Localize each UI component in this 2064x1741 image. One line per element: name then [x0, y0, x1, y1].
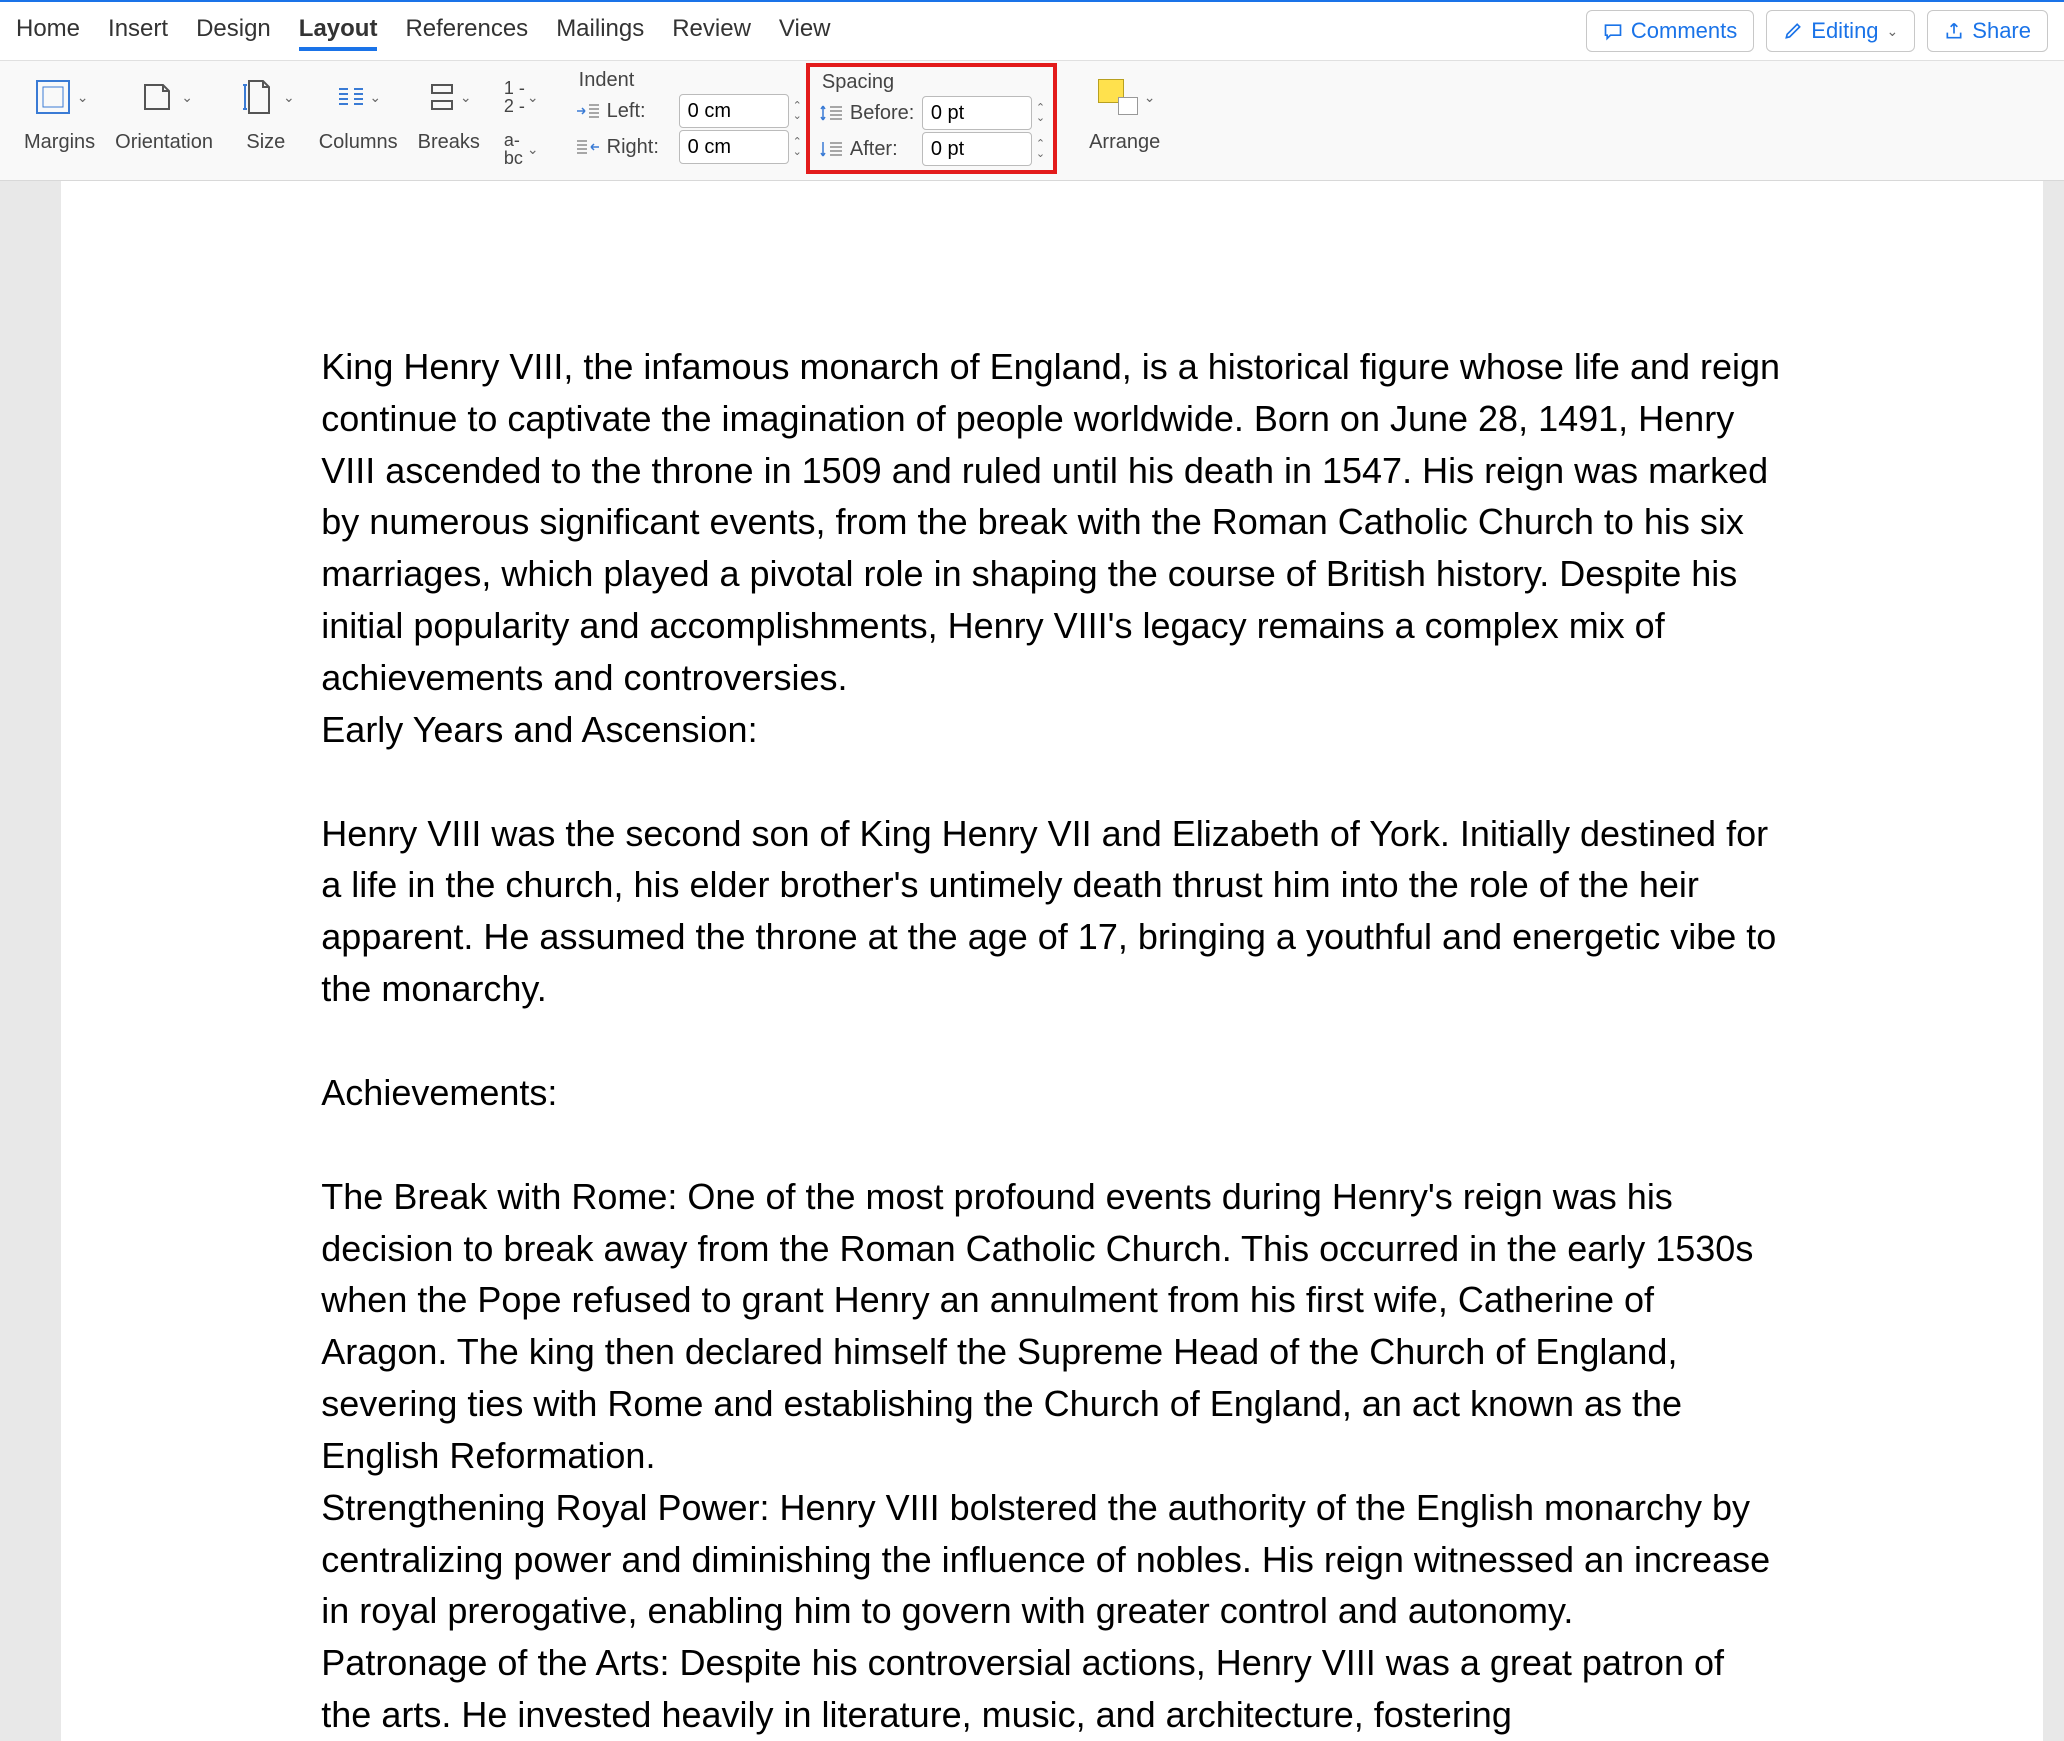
- indent-left-icon: [575, 101, 601, 121]
- breaks-group: ⌄ Breaks: [410, 69, 488, 154]
- indent-right-label: Right:: [607, 136, 673, 159]
- indent-left-input[interactable]: [679, 94, 789, 128]
- document-page[interactable]: King Henry VIII, the infamous monarch of…: [61, 181, 2042, 1741]
- margins-button[interactable]: ⌄: [27, 71, 93, 123]
- indent-right-input[interactable]: [679, 130, 789, 164]
- columns-button[interactable]: ⌄: [331, 77, 385, 117]
- breaks-label: Breaks: [418, 131, 480, 154]
- indent-left-label: Left:: [607, 100, 673, 123]
- columns-group: ⌄ Columns: [311, 69, 406, 154]
- margins-icon: [31, 75, 75, 119]
- share-label: Share: [1972, 18, 2031, 44]
- breaks-button[interactable]: ⌄: [422, 77, 476, 117]
- spacing-after-label: After:: [850, 138, 916, 161]
- hyphenation-button[interactable]: a- bc ⌄: [504, 131, 539, 167]
- indent-group: Indent Left: ⌃⌄ Right: ⌃⌄: [575, 69, 802, 164]
- ribbon: ⌄ Margins ⌄ Orientation ⌄ Size: [0, 61, 2064, 181]
- tab-layout[interactable]: Layout: [299, 11, 378, 51]
- chevron-down-icon: ⌄: [527, 141, 539, 158]
- line-numbers-button[interactable]: 1 -2 - ⌄: [500, 75, 543, 119]
- size-button[interactable]: ⌄: [233, 71, 299, 123]
- orientation-button[interactable]: ⌄: [131, 71, 197, 123]
- size-label: Size: [246, 131, 285, 154]
- comment-icon: [1603, 21, 1623, 41]
- line-numbers-icon: 1 -2 -: [504, 79, 525, 115]
- tab-design[interactable]: Design: [196, 11, 271, 51]
- editing-label: Editing: [1811, 18, 1878, 44]
- spacing-after-icon: [818, 139, 844, 159]
- size-icon: [237, 75, 281, 119]
- spacing-highlight-box: Spacing Before: ⌃⌄ After: ⌃⌄: [806, 63, 1057, 174]
- size-group: ⌄ Size: [225, 69, 307, 154]
- document-area: King Henry VIII, the infamous monarch of…: [0, 181, 2064, 1741]
- spacing-after-input[interactable]: [922, 132, 1032, 166]
- orientation-label: Orientation: [115, 131, 213, 154]
- paragraph[interactable]: Early Years and Ascension:: [321, 704, 1782, 756]
- indent-title: Indent: [575, 69, 802, 92]
- spacing-after-spinner[interactable]: ⌃⌄: [1036, 140, 1045, 158]
- hyphenation-icon: a- bc: [504, 131, 523, 167]
- spacing-title: Spacing: [818, 71, 1045, 94]
- pencil-icon: [1783, 21, 1803, 41]
- tab-mailings[interactable]: Mailings: [556, 11, 644, 51]
- comments-button[interactable]: Comments: [1586, 10, 1754, 52]
- arrange-button[interactable]: ⌄: [1090, 73, 1160, 121]
- line-numbers-group: 1 -2 - ⌄ a- bc ⌄: [492, 69, 551, 167]
- chevron-down-icon: ⌄: [283, 89, 295, 106]
- paragraph[interactable]: Patronage of the Arts: Despite his contr…: [321, 1637, 1782, 1741]
- spacing-before-label: Before:: [850, 102, 916, 125]
- share-button[interactable]: Share: [1927, 10, 2048, 52]
- orientation-icon: [135, 75, 179, 119]
- tab-review[interactable]: Review: [672, 11, 751, 51]
- breaks-icon: [426, 81, 458, 113]
- share-icon: [1944, 21, 1964, 41]
- chevron-down-icon: ⌄: [460, 89, 472, 106]
- indent-left-spinner[interactable]: ⌃⌄: [793, 102, 802, 120]
- paragraph[interactable]: Achievements:: [321, 1067, 1782, 1119]
- columns-label: Columns: [319, 131, 398, 154]
- spacing-group: Spacing Before: ⌃⌄ After: ⌃⌄: [818, 71, 1045, 166]
- top-bar: Home Insert Design Layout References Mai…: [0, 2, 2064, 61]
- margins-label: Margins: [24, 131, 95, 154]
- tab-home[interactable]: Home: [16, 11, 80, 51]
- indent-right-spinner[interactable]: ⌃⌄: [793, 138, 802, 156]
- paragraph[interactable]: The Break with Rome: One of the most pro…: [321, 1171, 1782, 1482]
- chevron-down-icon: ⌄: [1887, 23, 1899, 40]
- columns-icon: [335, 81, 367, 113]
- spacing-before-icon: [818, 103, 844, 123]
- tab-view[interactable]: View: [779, 11, 831, 51]
- top-actions: Comments Editing ⌄ Share: [1586, 10, 2048, 52]
- chevron-down-icon: ⌄: [369, 89, 381, 106]
- chevron-down-icon: ⌄: [77, 89, 89, 106]
- arrange-group: ⌄ Arrange: [1081, 69, 1168, 154]
- orientation-group: ⌄ Orientation: [107, 69, 221, 154]
- chevron-down-icon: ⌄: [181, 89, 193, 106]
- arrange-icon: [1094, 77, 1142, 117]
- tab-insert[interactable]: Insert: [108, 11, 168, 51]
- margins-group: ⌄ Margins: [16, 69, 103, 154]
- ribbon-tabs: Home Insert Design Layout References Mai…: [16, 11, 831, 51]
- chevron-down-icon: ⌄: [1144, 89, 1156, 106]
- tab-references[interactable]: References: [405, 11, 528, 51]
- spacing-before-input[interactable]: [922, 96, 1032, 130]
- editing-button[interactable]: Editing ⌄: [1766, 10, 1915, 52]
- chevron-down-icon: ⌄: [527, 89, 539, 106]
- paragraph[interactable]: King Henry VIII, the infamous monarch of…: [321, 341, 1782, 704]
- indent-right-icon: [575, 137, 601, 157]
- spacing-before-spinner[interactable]: ⌃⌄: [1036, 104, 1045, 122]
- document-body[interactable]: King Henry VIII, the infamous monarch of…: [321, 341, 1782, 1741]
- paragraph[interactable]: Strengthening Royal Power: Henry VIII bo…: [321, 1482, 1782, 1637]
- comments-label: Comments: [1631, 18, 1737, 44]
- paragraph[interactable]: Henry VIII was the second son of King He…: [321, 808, 1782, 1015]
- arrange-label: Arrange: [1089, 131, 1160, 154]
